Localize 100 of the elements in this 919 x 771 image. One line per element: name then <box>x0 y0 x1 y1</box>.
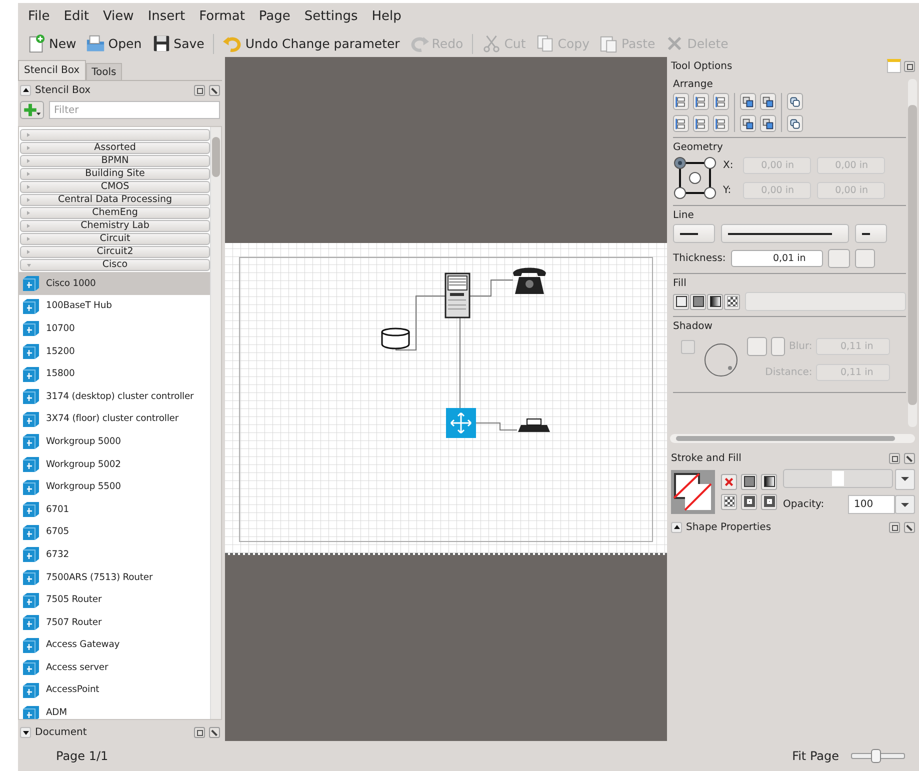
slider-thumb[interactable] <box>832 471 844 486</box>
align-button[interactable] <box>673 115 689 132</box>
category-header[interactable]: Circuit2 <box>20 246 210 258</box>
dropdown-button[interactable] <box>895 495 915 514</box>
stencil-item[interactable]: 15800 <box>19 362 210 385</box>
stencil-item[interactable]: AccessPoint <box>19 678 210 702</box>
category-header[interactable]: Central Data Processing <box>20 194 210 206</box>
scrollbar-thumb[interactable] <box>908 105 917 405</box>
group-button[interactable] <box>787 93 803 110</box>
panel-tab[interactable]: Tools <box>86 63 122 80</box>
menu-item[interactable]: Insert <box>148 9 186 24</box>
stencil-item[interactable]: 15200 <box>19 340 210 362</box>
color-slider[interactable] <box>783 469 893 488</box>
stencil-item[interactable]: Access Gateway <box>19 634 210 656</box>
panel-tab[interactable]: Stencil Box <box>18 60 86 80</box>
toolbar-button[interactable]: Save <box>146 32 210 56</box>
opacity-field[interactable]: 100 <box>848 495 895 514</box>
category-header[interactable]: Building Site <box>20 168 210 180</box>
stencil-item[interactable]: 6705 <box>19 520 210 544</box>
network-device-icon <box>21 499 41 520</box>
menu-item[interactable]: Page <box>258 9 290 24</box>
category-header[interactable]: Circuit <box>20 233 210 245</box>
order-button[interactable] <box>760 115 776 132</box>
menu-item[interactable]: Help <box>372 9 402 24</box>
float-icon[interactable] <box>889 522 900 532</box>
stencil-item[interactable]: 100BaseT Hub <box>19 294 210 318</box>
float-icon[interactable] <box>889 452 900 464</box>
category-header[interactable]: ChemEng <box>20 207 210 219</box>
order-button[interactable] <box>740 93 756 110</box>
line-end-dropdown[interactable] <box>855 224 887 243</box>
category-header[interactable]: CMOS <box>20 181 210 193</box>
dropdown-button[interactable] <box>895 469 915 490</box>
stroke-button[interactable] <box>741 494 757 510</box>
category-header[interactable]: Chemistry Lab <box>20 220 210 232</box>
gradient-fill-button[interactable] <box>707 294 723 310</box>
slider-thumb[interactable] <box>871 749 882 763</box>
align-button[interactable] <box>713 93 729 110</box>
menu-item[interactable]: Edit <box>64 9 89 24</box>
stencil-item[interactable]: 3174 (desktop) cluster controller <box>19 384 210 408</box>
gradient-button[interactable] <box>761 474 777 490</box>
network-device-icon <box>21 567 41 588</box>
fill-button[interactable] <box>761 494 777 510</box>
float-icon[interactable] <box>194 726 205 738</box>
toolbar-button[interactable]: Undo Change parameter <box>218 32 405 56</box>
filter-field[interactable]: Filter <box>49 101 220 119</box>
toolbar-button[interactable]: Open <box>81 32 147 56</box>
stencil-item[interactable]: Cisco 1000 <box>19 272 210 295</box>
order-button[interactable] <box>740 115 756 132</box>
solid-button[interactable] <box>741 474 757 490</box>
no-color-button[interactable] <box>721 474 737 490</box>
align-button[interactable] <box>693 93 709 110</box>
shadow-color-button[interactable] <box>747 337 767 356</box>
toolbar-button[interactable]: New <box>22 32 82 56</box>
stencil-item[interactable]: Workgroup 5500 <box>19 475 210 498</box>
category-header[interactable]: Assorted <box>20 142 210 154</box>
expand-icon[interactable] <box>20 726 31 738</box>
float-icon[interactable] <box>194 84 205 96</box>
order-button[interactable] <box>760 93 776 110</box>
stroke-fill-preview[interactable] <box>671 470 715 514</box>
stencil-item[interactable]: ADM <box>19 701 210 719</box>
stencil-item[interactable]: 7505 Router <box>19 588 210 611</box>
pattern-button[interactable] <box>721 494 737 510</box>
menu-item[interactable]: View <box>102 9 134 24</box>
float-icon[interactable] <box>904 60 915 72</box>
line-dropdown[interactable] <box>721 224 849 243</box>
thickness-field[interactable]: 0,01 in <box>730 250 823 267</box>
no-fill-button[interactable] <box>673 294 689 310</box>
shadow-checkbox[interactable] <box>681 340 695 354</box>
scrollbar-thumb[interactable] <box>676 436 895 441</box>
category-header[interactable]: BPMN <box>20 155 210 167</box>
anchor-point-selector[interactable] <box>673 156 717 200</box>
stencil-item[interactable]: 6732 <box>19 543 210 566</box>
stencil-item[interactable]: Access server <box>19 656 210 679</box>
network-device-icon <box>21 341 41 362</box>
align-button[interactable] <box>673 93 689 110</box>
group-button[interactable] <box>787 115 803 132</box>
line-style-dropdown[interactable] <box>673 224 715 243</box>
stencil-item[interactable]: 6701 <box>19 498 210 521</box>
connector-line <box>476 422 518 430</box>
category-header[interactable]: Cisco <box>20 259 210 271</box>
menu-item[interactable]: File <box>28 9 50 24</box>
angle-dial[interactable] <box>703 342 739 378</box>
menu-item[interactable]: Format <box>199 9 245 24</box>
stencil-item[interactable]: 7500ARS (7513) Router <box>19 566 210 588</box>
folder-icon <box>86 34 106 53</box>
pattern-fill-button[interactable] <box>724 294 740 310</box>
solid-fill-button[interactable] <box>690 294 706 310</box>
menu-item[interactable]: Settings <box>304 9 358 24</box>
stencil-item[interactable]: Workgroup 5002 <box>19 452 210 476</box>
align-button[interactable] <box>693 115 709 132</box>
collapse-icon[interactable] <box>20 84 31 96</box>
copy-icon <box>536 34 555 53</box>
stencil-item[interactable]: 10700 <box>19 317 210 340</box>
stencil-item[interactable]: 7507 Router <box>19 610 210 634</box>
group-icon <box>789 118 801 130</box>
collapse-icon[interactable] <box>671 522 682 532</box>
scrollbar-thumb[interactable] <box>212 137 220 177</box>
stencil-item[interactable]: 3X74 (floor) cluster controller <box>19 408 210 430</box>
align-button[interactable] <box>713 115 729 132</box>
stencil-item[interactable]: Workgroup 5000 <box>19 430 210 453</box>
